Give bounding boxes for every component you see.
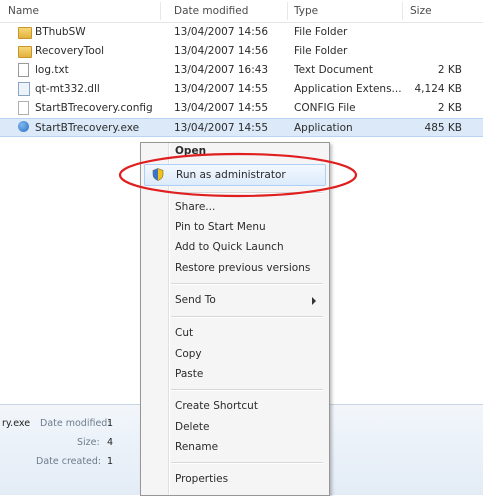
- config-file-icon: [18, 101, 29, 115]
- file-size: 485 KB: [424, 122, 462, 134]
- submenu-arrow-icon: [312, 297, 316, 305]
- file-type: File Folder: [294, 26, 348, 38]
- column-header-date[interactable]: Date modified: [174, 5, 248, 17]
- file-size: 4,124 KB: [414, 83, 463, 95]
- details-size-label: Size:: [77, 437, 100, 448]
- dll-file-icon: [18, 82, 30, 96]
- folder-icon: [18, 27, 32, 39]
- file-name: qt-mt332.dll: [35, 83, 100, 95]
- menu-item-pin-to-start-menu[interactable]: Pin to Start Menu: [141, 216, 329, 238]
- details-date-modified-label: Date modified:: [40, 418, 111, 429]
- file-type: Application Extens...: [294, 83, 402, 95]
- file-date-modified: 13/04/2007 14:55: [174, 122, 269, 134]
- file-date-modified: 13/04/2007 14:56: [174, 26, 269, 38]
- details-filename: ry.exe: [2, 418, 31, 429]
- file-type: Application: [294, 122, 353, 134]
- file-name: RecoveryTool: [35, 45, 105, 57]
- file-row[interactable]: RecoveryTool 13/04/2007 14:56 File Folder: [0, 42, 483, 61]
- folder-icon: [18, 46, 32, 58]
- file-row[interactable]: log.txt 13/04/2007 16:43 Text Document 2 KB: [0, 61, 483, 80]
- file-row[interactable]: qt-mt332.dll 13/04/2007 14:55 Application …: [0, 80, 483, 99]
- file-size: 2 KB: [437, 102, 462, 114]
- text-file-icon: [18, 63, 29, 77]
- details-date-modified-value: 1: [107, 418, 114, 429]
- file-date-modified: 13/04/2007 14:55: [174, 102, 269, 114]
- menu-item-create-shortcut[interactable]: Create Shortcut: [141, 395, 329, 417]
- file-name: BThubSW: [35, 26, 86, 38]
- file-name: log.txt: [35, 64, 69, 76]
- menu-item-run-as-administrator[interactable]: Run as administrator: [144, 164, 326, 186]
- application-icon: [18, 121, 29, 132]
- column-header-bar: Name Date modified Type Size: [0, 0, 483, 23]
- menu-item-add-to-quick-launch[interactable]: Add to Quick Launch: [141, 236, 329, 258]
- menu-item-delete[interactable]: Delete: [141, 416, 329, 438]
- file-name: StartBTrecovery.config: [35, 102, 153, 114]
- file-type: CONFIG File: [294, 102, 356, 114]
- uac-shield-icon: [152, 168, 164, 181]
- file-type: File Folder: [294, 45, 348, 57]
- file-date-modified: 13/04/2007 14:55: [174, 83, 269, 95]
- menu-item-copy[interactable]: Copy: [141, 343, 329, 365]
- file-size: 2 KB: [437, 64, 462, 76]
- column-header-size[interactable]: Size: [410, 5, 432, 17]
- menu-item-open[interactable]: Open: [141, 143, 329, 165]
- menu-item-share[interactable]: Share...: [141, 196, 329, 218]
- file-row[interactable]: BThubSW 13/04/2007 14:56 File Folder: [0, 23, 483, 42]
- details-size-value: 4: [107, 437, 114, 448]
- file-name: StartBTrecovery.exe: [35, 122, 140, 134]
- details-date-created-value: 1: [107, 456, 114, 467]
- file-date-modified: 13/04/2007 16:43: [174, 64, 269, 76]
- file-row[interactable]: StartBTrecovery.config 13/04/2007 14:55 CO…: [0, 99, 483, 118]
- column-header-type[interactable]: Type: [294, 5, 318, 17]
- details-date-created-label: Date created:: [36, 456, 102, 467]
- context-menu: Open Run as administrator Share... Pin t…: [140, 142, 330, 496]
- menu-item-rename[interactable]: Rename: [141, 436, 329, 458]
- menu-item-cut[interactable]: Cut: [141, 322, 329, 344]
- menu-item-restore-previous-versions[interactable]: Restore previous versions: [141, 257, 329, 279]
- file-date-modified: 13/04/2007 14:56: [174, 45, 269, 57]
- file-row[interactable]: StartBTrecovery.exe 13/04/2007 14:55 Appli…: [0, 118, 483, 137]
- menu-item-paste[interactable]: Paste: [141, 363, 329, 385]
- column-header-name[interactable]: Name: [8, 5, 39, 17]
- menu-item-properties[interactable]: Properties: [141, 468, 329, 490]
- file-type: Text Document: [294, 64, 373, 76]
- explorer-window: Name Date modified Type Size BThubSW 13/0…: [0, 0, 483, 496]
- menu-item-send-to[interactable]: Send To: [141, 289, 329, 311]
